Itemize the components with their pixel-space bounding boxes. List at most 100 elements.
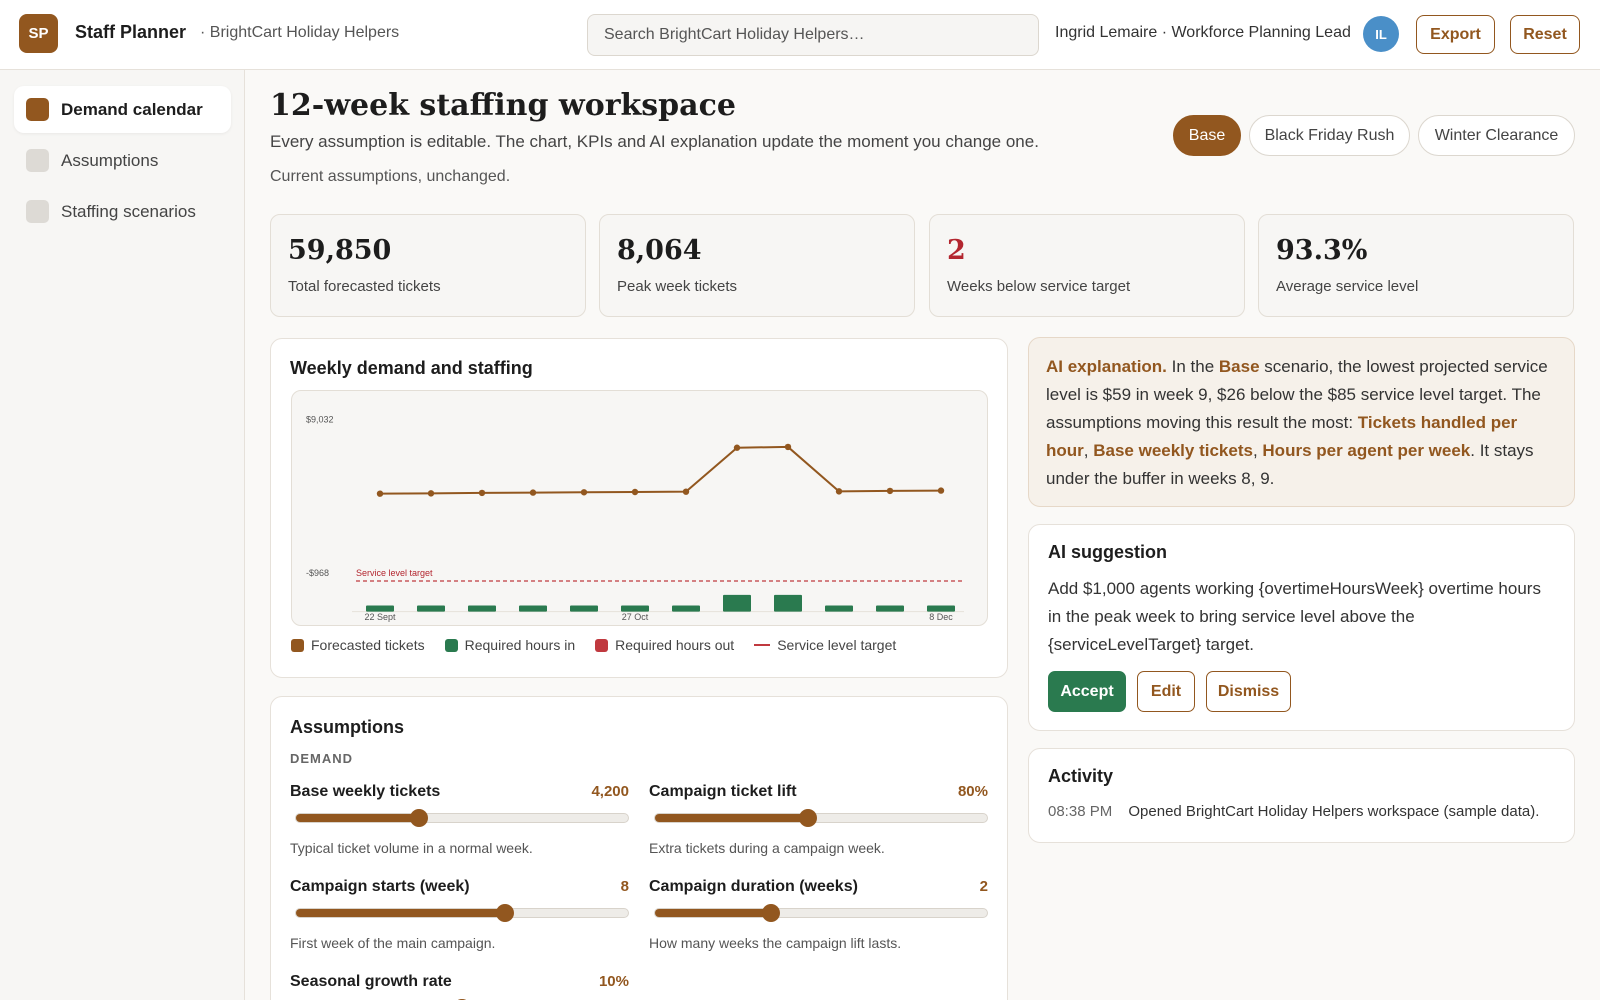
point-forecasted-tickets-week-1 bbox=[376, 490, 384, 497]
kpi-label: Weeks below service target bbox=[947, 278, 1131, 295]
slider-label: Campaign duration (weeks) bbox=[649, 878, 858, 895]
weekly-demand-chart: Service level target $9,032 -$968 22 Sept 27… bbox=[306, 415, 964, 622]
slider-fill bbox=[655, 909, 772, 917]
slider-value: 2 bbox=[979, 878, 988, 895]
ai-explanation-panel: AI explanation. In the Base scenario, th… bbox=[1028, 337, 1575, 507]
point-forecasted-tickets-week-6 bbox=[631, 488, 639, 496]
y-tick-label: $9,032 bbox=[306, 415, 334, 425]
point-forecasted-tickets-week-12 bbox=[937, 487, 945, 494]
kpi-peak-week: 8,064 Peak week tickets bbox=[599, 214, 915, 317]
app-logo: SP bbox=[19, 14, 58, 53]
legend-label: Forecasted tickets bbox=[311, 637, 425, 653]
bar-required-hours-week-3 bbox=[468, 605, 496, 612]
x-tick-label: 8 Dec bbox=[929, 612, 953, 622]
point-forecasted-tickets-week-2 bbox=[427, 490, 435, 497]
ai-explanation-label: AI explanation. bbox=[1046, 357, 1167, 376]
assumptions-card: Assumptions DEMAND Base weekly tickets 4… bbox=[270, 696, 1008, 1000]
slider-label: Campaign starts (week) bbox=[290, 878, 470, 895]
bar-required-hours-week-2 bbox=[417, 605, 445, 612]
section-label-demand: DEMAND bbox=[290, 751, 354, 766]
checkbox-icon bbox=[26, 149, 49, 172]
sidebar-item-assumptions[interactable]: Assumptions bbox=[14, 137, 231, 184]
legend-item-required-hours-out[interactable]: Required hours out bbox=[595, 637, 734, 653]
kpi-value: 59,850 bbox=[288, 235, 392, 266]
legend-label: Service level target bbox=[777, 637, 897, 653]
legend-item-forecasted-tickets[interactable]: Forecasted tickets bbox=[291, 637, 425, 653]
legend-swatch bbox=[444, 638, 458, 652]
page-subtitle: Every assumption is editable. The chart,… bbox=[270, 132, 1039, 151]
legend-label: Required hours out bbox=[615, 637, 735, 653]
bar-required-hours-week-5 bbox=[570, 605, 598, 612]
bar-required-hours-week-4 bbox=[519, 605, 547, 612]
ai-explanation-text: In the bbox=[1166, 357, 1219, 376]
slider-thumb[interactable] bbox=[798, 809, 817, 827]
scenario-base-button[interactable]: Base bbox=[1173, 115, 1241, 156]
ai-explanation-separator: , bbox=[1083, 441, 1094, 460]
service-level-target-label: Service level target bbox=[356, 568, 433, 578]
avatar[interactable]: IL bbox=[1363, 16, 1399, 52]
point-forecasted-tickets-week-5 bbox=[580, 489, 588, 496]
slider-label: Seasonal growth rate bbox=[290, 973, 452, 990]
kpi-label: Total forecasted tickets bbox=[288, 278, 441, 295]
slider-help: Extra tickets during a campaign week. bbox=[649, 840, 885, 856]
legend-swatch bbox=[291, 638, 304, 652]
slider-help: First week of the main campaign. bbox=[290, 935, 496, 951]
slider-value: 10% bbox=[598, 973, 629, 990]
slider-track[interactable] bbox=[295, 904, 629, 922]
ai-explanation-scenario: Base bbox=[1218, 357, 1260, 376]
slider-thumb[interactable] bbox=[762, 904, 781, 922]
sidebar-item-label: Assumptions bbox=[61, 150, 159, 170]
slider-track[interactable] bbox=[654, 809, 988, 827]
kpi-total-tickets: 59,850 Total forecasted tickets bbox=[270, 214, 586, 317]
legend-label: Required hours in bbox=[464, 637, 576, 653]
bar-required-hours-week-6 bbox=[621, 605, 649, 612]
slider-track[interactable] bbox=[295, 809, 629, 827]
workspace-name: · BrightCart Holiday Helpers bbox=[200, 24, 400, 41]
point-forecasted-tickets-week-8 bbox=[733, 444, 741, 451]
search-input[interactable] bbox=[587, 14, 1039, 56]
slider-track[interactable] bbox=[654, 904, 988, 922]
x-tick-label: 22 Sept bbox=[364, 612, 396, 622]
point-forecasted-tickets-week-3 bbox=[478, 489, 486, 497]
bar-required-hours-week-11 bbox=[876, 605, 904, 612]
slider-help: How many weeks the campaign lift lasts. bbox=[649, 935, 902, 951]
slider-help: Typical ticket volume in a normal week. bbox=[290, 840, 533, 856]
ai-explanation-separator: , bbox=[1252, 441, 1263, 460]
ai-explanation-driver: Base weekly tickets bbox=[1093, 441, 1253, 460]
x-tick-label: 27 Oct bbox=[622, 612, 649, 622]
page-title: 12-week staffing workspace bbox=[270, 88, 736, 123]
reset-button[interactable]: Reset bbox=[1510, 15, 1580, 54]
sidebar-item-label: Staffing scenarios bbox=[61, 201, 196, 221]
activity-text: Opened BrightCart Holiday Helpers worksp… bbox=[1128, 803, 1540, 820]
kpi-weeks-below-target: 2 Weeks below service target bbox=[929, 214, 1245, 317]
point-forecasted-tickets-week-11 bbox=[886, 487, 894, 495]
dismiss-button[interactable]: Dismiss bbox=[1206, 671, 1291, 712]
slider-value: 80% bbox=[957, 783, 988, 800]
export-button[interactable]: Export bbox=[1416, 15, 1495, 54]
legend-item-service-level-target[interactable]: Service level target bbox=[754, 637, 896, 653]
top-bar: SP Staff Planner · BrightCart Holiday He… bbox=[0, 0, 1600, 70]
scenario-winter-clearance-button[interactable]: Winter Clearance bbox=[1418, 115, 1575, 156]
kpi-label: Peak week tickets bbox=[617, 278, 738, 295]
slider-value: 8 bbox=[620, 878, 629, 895]
kpi-value: 93.3% bbox=[1276, 235, 1368, 266]
edit-button[interactable]: Edit bbox=[1137, 671, 1195, 712]
legend-item-required-hours-in[interactable]: Required hours in bbox=[444, 637, 576, 653]
slider-fill bbox=[296, 814, 419, 822]
sidebar-item-staffing-scenarios[interactable]: Staffing scenarios bbox=[14, 188, 231, 235]
bar-required-hours-week-10 bbox=[825, 605, 853, 612]
slider-thumb[interactable] bbox=[496, 904, 515, 922]
kpi-average-service-level: 93.3% Average service level bbox=[1258, 214, 1574, 317]
chart-card: Weekly demand and staffing Service level… bbox=[270, 338, 1008, 678]
scenario-black-friday-button[interactable]: Black Friday Rush bbox=[1249, 115, 1410, 156]
slider-fill bbox=[655, 814, 808, 822]
slider-thumb[interactable] bbox=[409, 809, 428, 827]
activity-entry: 08:38 PM Opened BrightCart Holiday Helpe… bbox=[1048, 803, 1539, 820]
activity-time: 08:38 PM bbox=[1048, 803, 1113, 820]
chart-legend: Forecasted tickets Required hours in Req… bbox=[291, 637, 896, 653]
accept-button[interactable]: Accept bbox=[1048, 671, 1126, 712]
kpi-value: 8,064 bbox=[617, 235, 702, 266]
forecasted-tickets-line bbox=[379, 445, 942, 495]
sidebar-item-demand-calendar[interactable]: Demand calendar bbox=[14, 86, 231, 133]
activity-card: Activity 08:38 PM Opened BrightCart Holi… bbox=[1028, 748, 1575, 843]
